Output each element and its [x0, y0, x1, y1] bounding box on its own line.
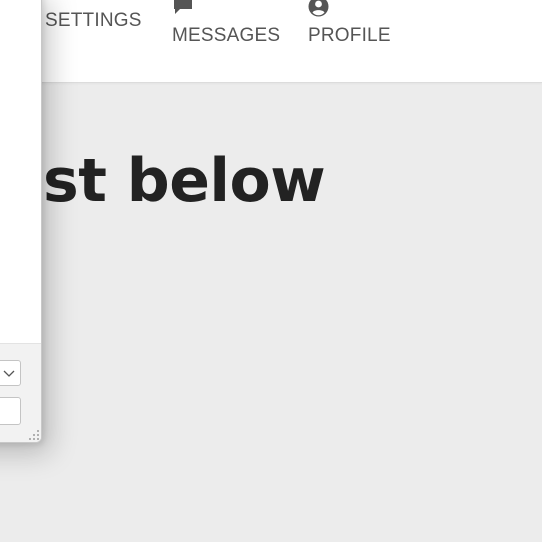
chat-bubble-icon[interactable] [172, 0, 194, 16]
dropdown-select[interactable] [0, 360, 21, 386]
nav-item-profile[interactable]: PROFILE [308, 25, 391, 47]
top-navigation-bar: SETTINGS MESSAGES PROFILE [0, 0, 542, 83]
window-footer [0, 343, 41, 442]
chevron-down-icon [3, 370, 15, 377]
resize-grip-icon[interactable] [28, 429, 40, 441]
nav-item-messages[interactable]: MESSAGES [172, 25, 280, 47]
user-circle-icon[interactable] [308, 0, 329, 17]
text-input[interactable] [0, 397, 21, 425]
floating-window [0, 0, 42, 443]
nav-item-settings[interactable]: SETTINGS [45, 10, 142, 32]
page-heading: st below [43, 146, 326, 216]
page: SETTINGS MESSAGES PROFILE st below [0, 0, 542, 542]
